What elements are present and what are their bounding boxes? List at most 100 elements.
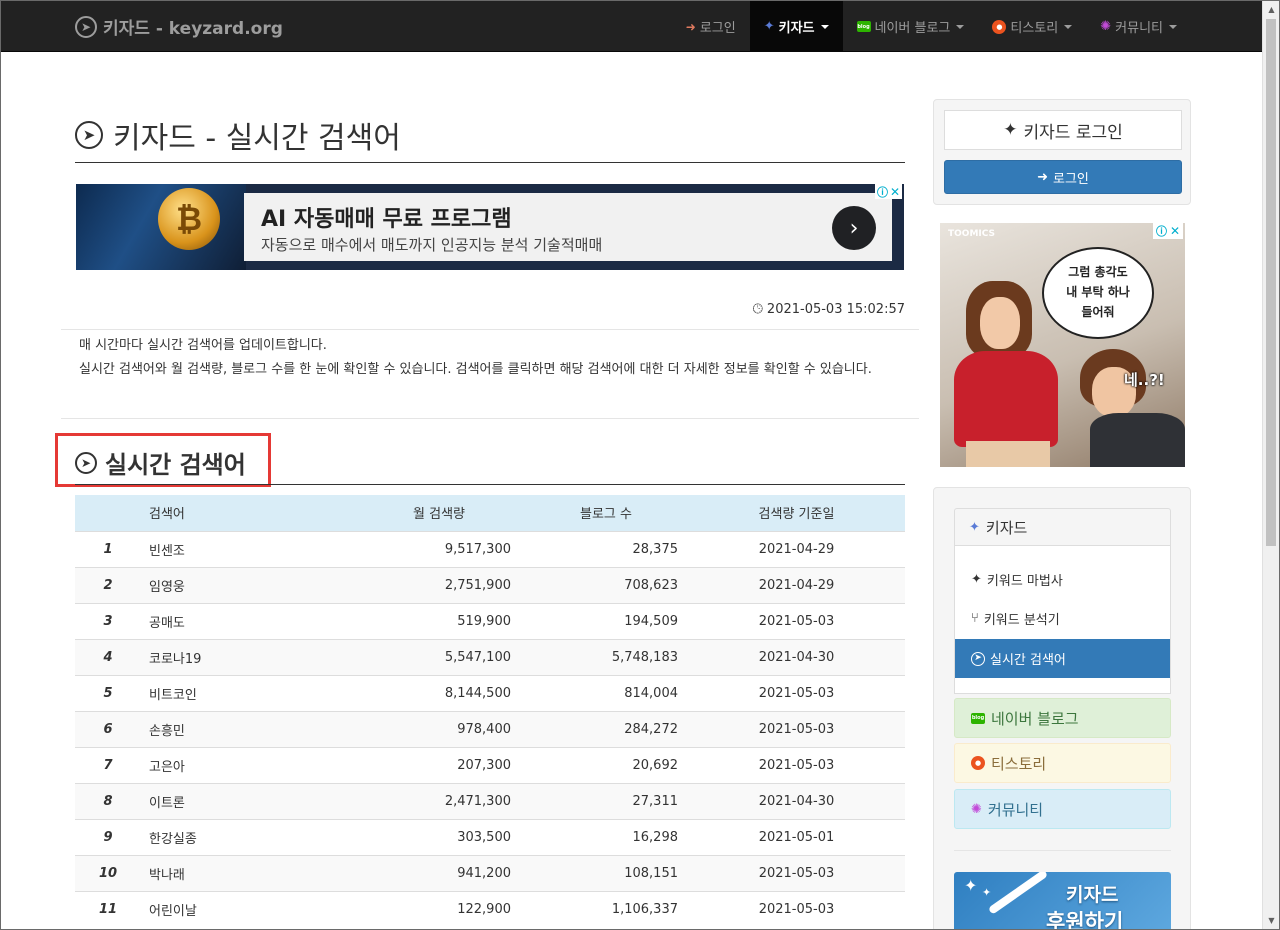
- base-date-cell: 2021-05-03: [678, 602, 905, 639]
- info-icon[interactable]: ⓘ: [877, 184, 888, 200]
- keyword-cell[interactable]: 한강실종: [141, 818, 341, 855]
- sidebar-group-naver-blog[interactable]: blog 네이버 블로그: [954, 698, 1171, 738]
- ad-headline: AI 자동매매 무료 프로그램: [261, 207, 512, 232]
- login-label-text: 키자드 로그인: [1023, 122, 1123, 143]
- brand-text: 키자드 - keyzard.org: [103, 19, 283, 39]
- table-row[interactable]: 4 코로나19 5,547,100 5,748,183 2021-04-30: [75, 638, 905, 675]
- nav-naver-label: 네이버 블로그: [874, 21, 951, 36]
- blog-count-cell: 194,509: [511, 602, 678, 639]
- keyword-cell[interactable]: 빈센조: [141, 530, 341, 567]
- nav-tistory-dropdown[interactable]: ● 티스토리: [978, 1, 1086, 52]
- table-row[interactable]: 3 공매도 519,900 194,509 2021-05-03: [75, 602, 905, 639]
- close-icon[interactable]: ✕: [1170, 224, 1180, 238]
- table-row[interactable]: 1 빈센조 9,517,300 28,375 2021-04-29: [75, 530, 905, 567]
- sparkle-icon: ✦: [964, 876, 978, 895]
- base-date-cell: 2021-05-03: [678, 890, 905, 927]
- section-divider: [75, 484, 905, 485]
- nav-login[interactable]: ➜ 로그인: [672, 1, 750, 52]
- sidebar-item-realtime-keywords[interactable]: ➤ 실시간 검색어: [955, 639, 1170, 678]
- update-timestamp: 🕒︎ 2021-05-03 15:02:57: [753, 302, 905, 317]
- group-label: 커뮤니티: [987, 800, 1044, 819]
- realtime-keyword-table: 검색어 월 검색량 블로그 수 검색량 기준일 1 빈센조 9,517,300 …: [75, 495, 905, 927]
- sidebar-nav-panel: ✦ 키자드 ✦ 키워드 마법사 ⑂ 키워드 분석기 ➤ 실시간 검색어 blog…: [933, 487, 1191, 930]
- table-row[interactable]: 8 이트론 2,471,300 27,311 2021-04-30: [75, 782, 905, 819]
- nav-naver-blog-dropdown[interactable]: blog 네이버 블로그: [843, 1, 979, 52]
- title-divider: [75, 162, 905, 163]
- sidebar-item-keyword-wizard[interactable]: ✦ 키워드 마법사: [955, 560, 1170, 599]
- table-header-row: 검색어 월 검색량 블로그 수 검색량 기준일: [75, 495, 905, 531]
- compass-icon: ➤: [75, 15, 97, 38]
- browser-viewport: ➤ 키자드 - keyzard.org ➜ 로그인 ✦ 키자드 blog 네이버…: [0, 0, 1280, 930]
- info-icon[interactable]: ⓘ: [1156, 223, 1167, 239]
- rank-cell: 7: [75, 746, 141, 783]
- rank-cell: 2: [75, 566, 141, 603]
- keyword-cell[interactable]: 비트코인: [141, 674, 341, 711]
- sidebar-group-community[interactable]: ✺ 커뮤니티: [954, 789, 1171, 829]
- keyword-cell[interactable]: 고은아: [141, 746, 341, 783]
- ad-banner[interactable]: ₿ AI 자동매매 무료 프로그램 자동으로 매수에서 매도까지 인공지능 분석…: [76, 184, 904, 270]
- table-row[interactable]: 5 비트코인 8,144,500 814,004 2021-05-03: [75, 674, 905, 711]
- chevron-right-icon[interactable]: ›: [832, 206, 876, 250]
- keyword-cell[interactable]: 이트론: [141, 782, 341, 819]
- monthly-volume-cell: 8,144,500: [341, 674, 511, 711]
- nav-community-label: 커뮤니티: [1115, 21, 1163, 36]
- sidebar-nav-header[interactable]: ✦ 키자드: [954, 508, 1171, 546]
- timestamp-text: 2021-05-03 15:02:57: [766, 302, 905, 317]
- base-date-cell: 2021-05-03: [678, 746, 905, 783]
- ad-card[interactable]: AI 자동매매 무료 프로그램 자동으로 매수에서 매도까지 인공지능 분석 기…: [244, 193, 892, 261]
- rank-cell: 5: [75, 674, 141, 711]
- sidebar-ad[interactable]: TOOMICS 그럼 총각도 내 부탁 하나 들어줘 네..?! ⓘ ✕: [940, 223, 1185, 467]
- login-button[interactable]: ➜ 로그인: [944, 160, 1182, 194]
- magic-wand-icon: ✦: [763, 19, 775, 34]
- login-button-label: 로그인: [1053, 171, 1089, 187]
- naver-blog-icon: blog: [971, 712, 985, 724]
- base-date-cell: 2021-04-29: [678, 566, 905, 603]
- monthly-volume-cell: 207,300: [341, 746, 511, 783]
- magic-wand-icon: ✦: [971, 572, 982, 587]
- table-row[interactable]: 6 손흥민 978,400 284,272 2021-05-03: [75, 710, 905, 747]
- keyword-cell[interactable]: 임영웅: [141, 566, 341, 603]
- table-row[interactable]: 7 고은아 207,300 20,692 2021-05-03: [75, 746, 905, 783]
- page-title-text: 키자드 - 실시간 검색어: [113, 121, 401, 156]
- keyword-cell[interactable]: 코로나19: [141, 638, 341, 675]
- table-row[interactable]: 11 어린이날 122,900 1,106,337 2021-05-03: [75, 890, 905, 927]
- base-date-header: 검색량 기준일: [678, 495, 905, 531]
- nav-tistory-label: 티스토리: [1010, 21, 1059, 36]
- clock-icon: 🕒︎: [752, 302, 763, 317]
- section-title: ➤ 실시간 검색어: [75, 445, 246, 480]
- blog-count-cell: 814,004: [511, 674, 678, 711]
- keyword-cell[interactable]: 공매도: [141, 602, 341, 639]
- support-title: 키자드: [1066, 884, 1119, 906]
- close-icon[interactable]: ✕: [890, 185, 900, 199]
- blog-count-cell: 20,692: [511, 746, 678, 783]
- scroll-down-icon[interactable]: ▼: [1263, 912, 1279, 929]
- blog-count-cell: 28,375: [511, 530, 678, 567]
- tistory-icon: ●: [971, 756, 985, 770]
- vertical-scrollbar[interactable]: ▲ ▼: [1262, 1, 1279, 929]
- caret-down-icon: [820, 24, 829, 29]
- sidebar-group-tistory[interactable]: ● 티스토리: [954, 743, 1171, 783]
- bubble-line: 들어줘: [1081, 305, 1115, 319]
- scrollbar-thumb[interactable]: [1266, 19, 1276, 546]
- blog-count-header: 블로그 수: [511, 495, 678, 531]
- support-banner[interactable]: ✦ ✦ 키자드 후원하기: [954, 872, 1171, 930]
- sidebar-item-keyword-analyzer[interactable]: ⑂ 키워드 분석기: [955, 599, 1170, 638]
- table-row[interactable]: 2 임영웅 2,751,900 708,623 2021-04-29: [75, 566, 905, 603]
- keyword-cell[interactable]: 박나래: [141, 854, 341, 891]
- group-label: 티스토리: [991, 754, 1047, 773]
- keyword-cell[interactable]: 어린이날: [141, 890, 341, 927]
- brand-link[interactable]: ➤ 키자드 - keyzard.org: [75, 14, 283, 39]
- table-row[interactable]: 9 한강실종 303,500 16,298 2021-05-01: [75, 818, 905, 855]
- monthly-volume-cell: 9,517,300: [341, 530, 511, 567]
- nav-community-dropdown[interactable]: ✺ 커뮤니티: [1086, 1, 1191, 52]
- magic-wand-icon: ✦: [1003, 120, 1018, 140]
- sidebar-item-label: 키워드 분석기: [983, 613, 1060, 628]
- support-subtitle: 후원하기: [1046, 910, 1124, 930]
- top-navbar: ➤ 키자드 - keyzard.org ➜ 로그인 ✦ 키자드 blog 네이버…: [1, 1, 1263, 52]
- monthly-volume-cell: 303,500: [341, 818, 511, 855]
- scroll-up-icon[interactable]: ▲: [1263, 1, 1279, 18]
- keyword-cell[interactable]: 손흥민: [141, 710, 341, 747]
- ad-brand-logo: TOOMICS: [948, 229, 995, 239]
- nav-keyzard-dropdown[interactable]: ✦ 키자드: [749, 1, 843, 52]
- table-row[interactable]: 10 박나래 941,200 108,151 2021-05-03: [75, 854, 905, 891]
